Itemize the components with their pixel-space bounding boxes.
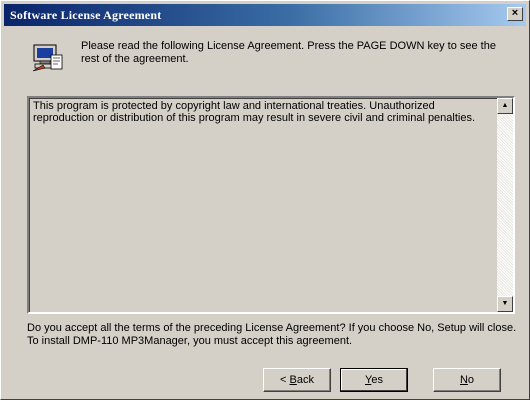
license-text-box[interactable]: This program is protected by copyright l… (27, 96, 515, 314)
yes-button[interactable]: Yes (340, 368, 408, 392)
close-button[interactable]: × (507, 7, 523, 21)
license-text: This program is protected by copyright l… (33, 100, 476, 124)
back-button-label: ack (296, 374, 314, 386)
arrow-up-icon: ▲ (501, 102, 509, 109)
no-button-label: o (467, 374, 475, 386)
window-title: Software License Agreement (10, 8, 162, 22)
close-icon: × (511, 7, 519, 19)
back-button-mnemonic: B (289, 374, 297, 386)
license-dialog: Software License Agreement × Please read… (0, 0, 530, 400)
instruction-text: Please read the following License Agreem… (81, 40, 496, 65)
no-button-mnemonic: N (459, 374, 468, 386)
setup-computer-icon (32, 44, 63, 72)
scroll-up-button[interactable]: ▲ (497, 98, 513, 114)
back-button-prefix: < (280, 374, 290, 386)
vertical-scrollbar[interactable]: ▲ ▼ (497, 98, 513, 312)
title-bar[interactable]: Software License Agreement × (4, 4, 526, 26)
no-button[interactable]: No (433, 368, 501, 392)
scroll-down-button[interactable]: ▼ (497, 296, 513, 312)
accept-question-text: Do you accept all the terms of the prece… (27, 322, 517, 347)
yes-button-label: es (371, 374, 383, 386)
arrow-down-icon: ▼ (501, 300, 509, 307)
back-button[interactable]: < Back (263, 368, 331, 392)
